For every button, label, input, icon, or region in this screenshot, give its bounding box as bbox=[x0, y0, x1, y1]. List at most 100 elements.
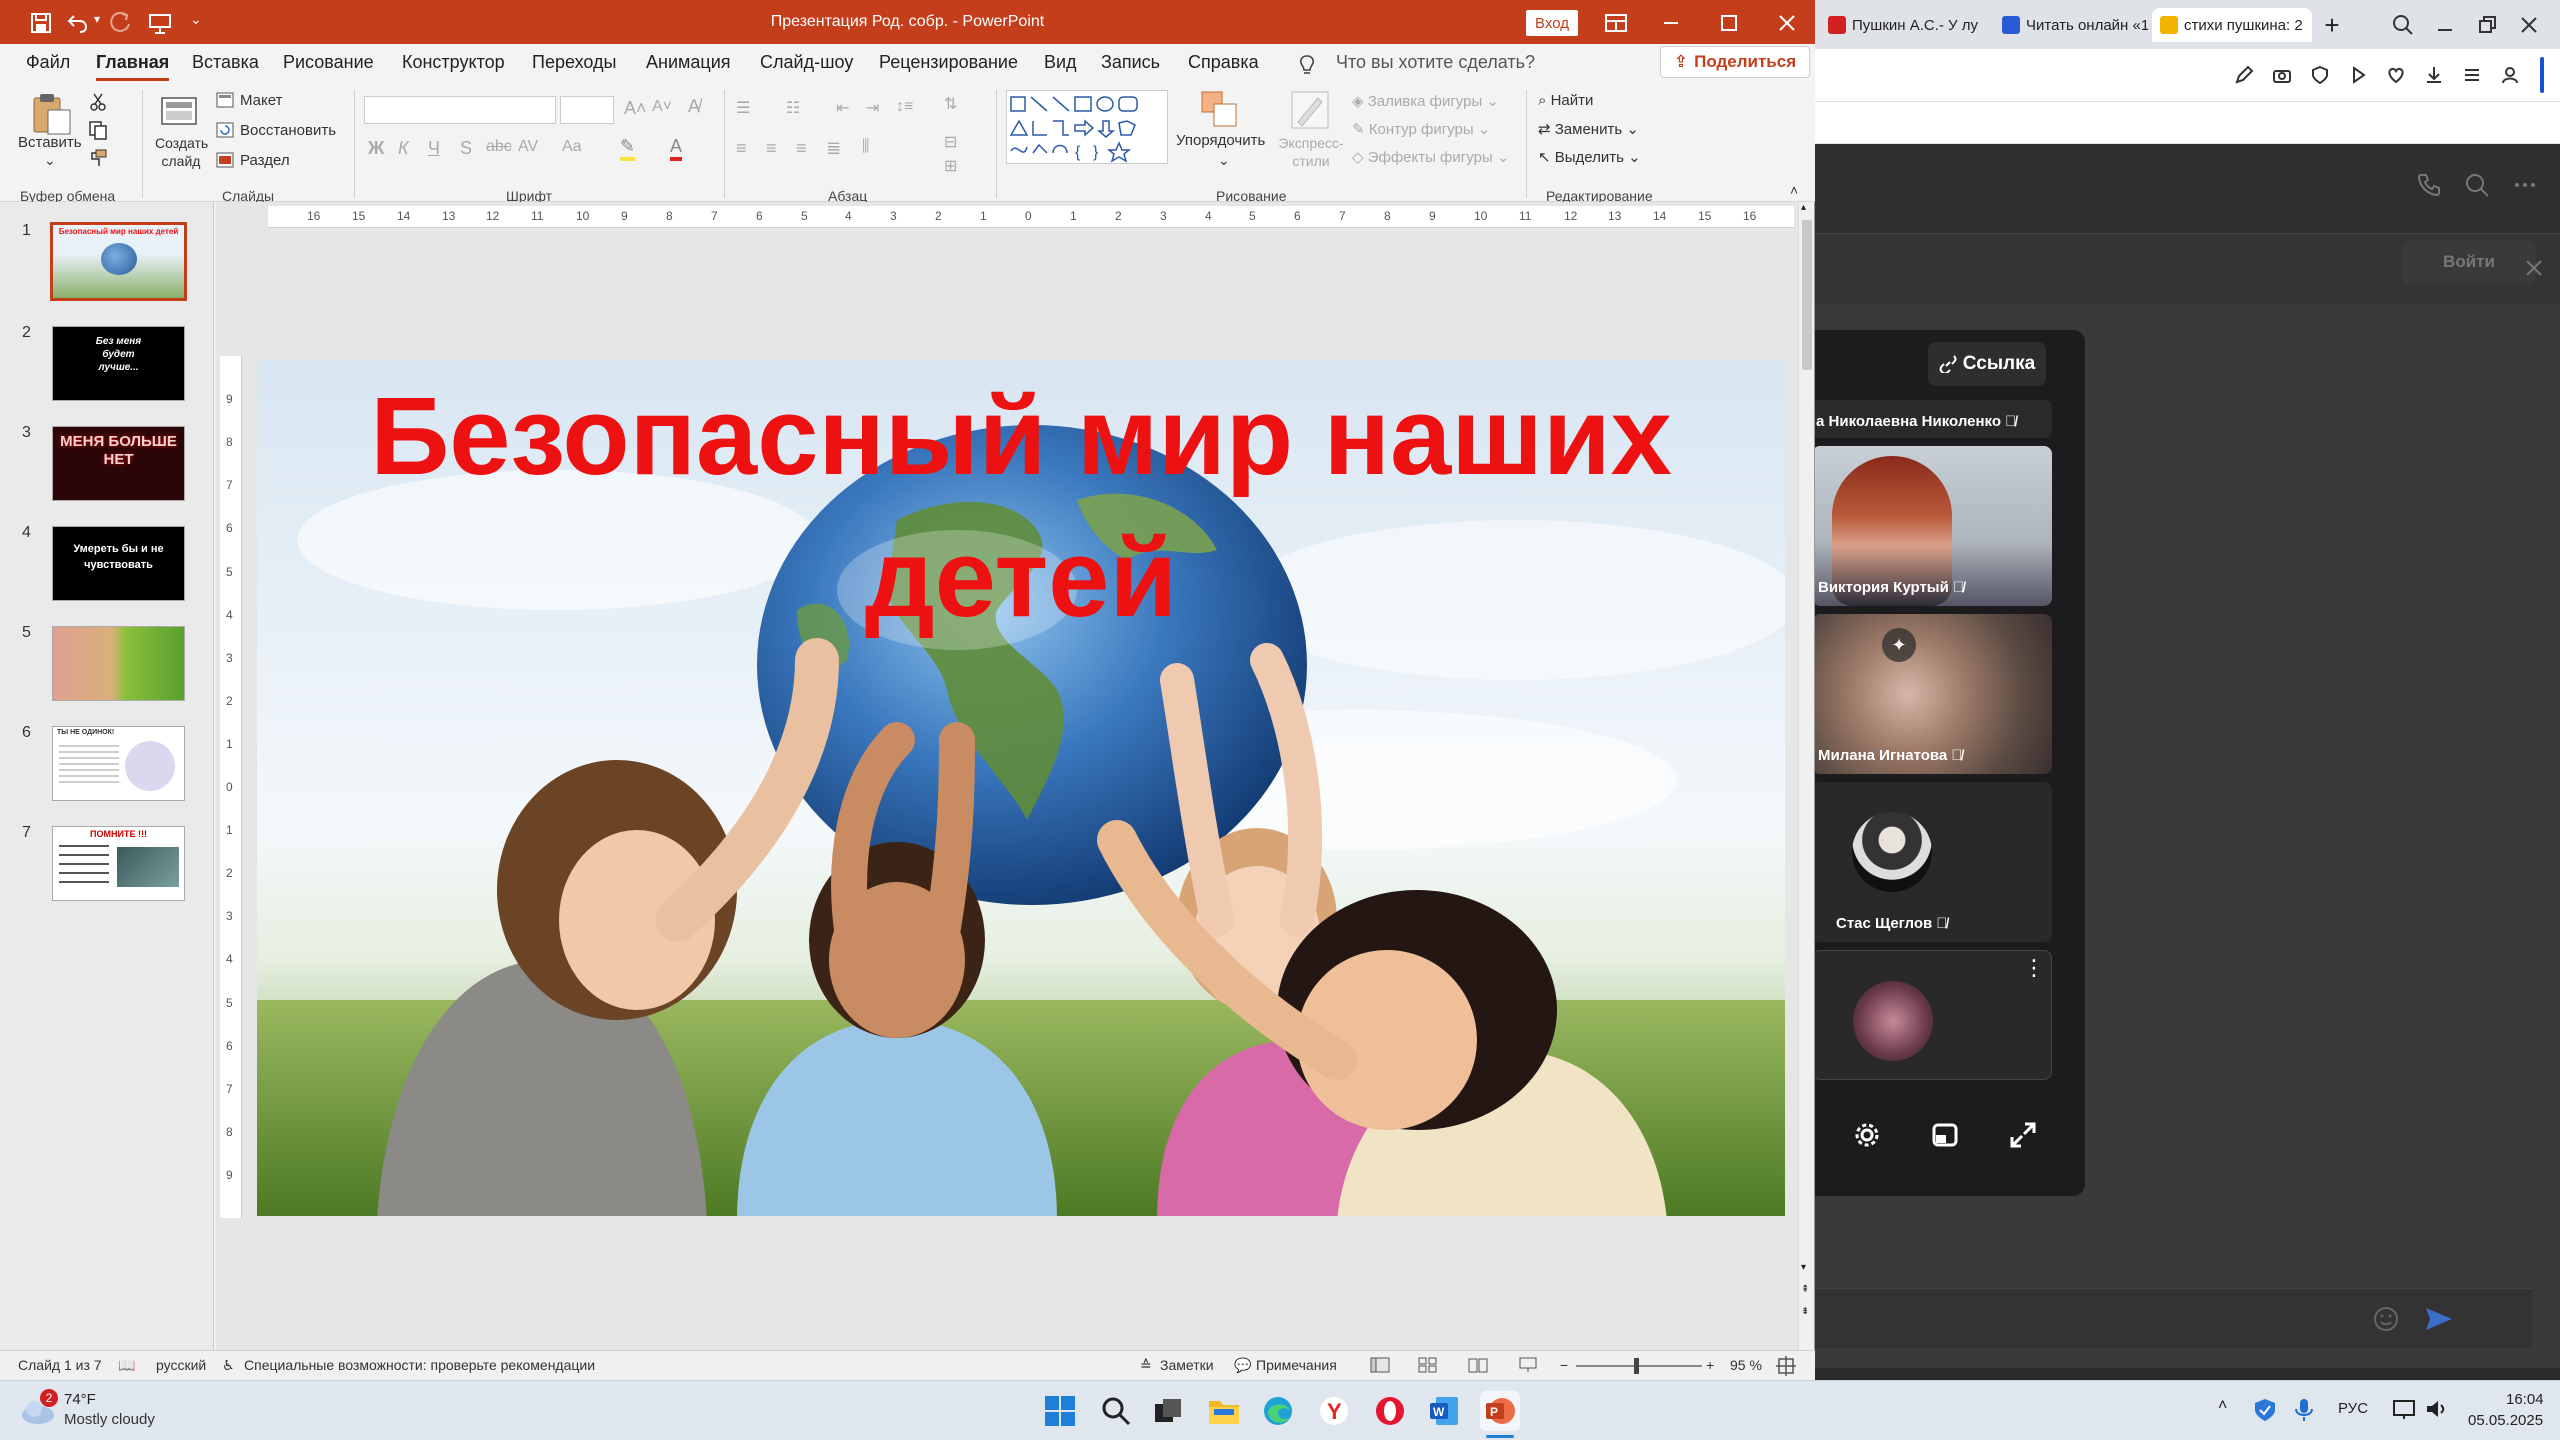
participant-tile[interactable]: Виктория Куртый 🎙̸ bbox=[1812, 446, 2052, 606]
browser-tab-2[interactable]: Читать онлайн «1 bbox=[1994, 8, 2148, 42]
sign-in-button[interactable]: Вход bbox=[1526, 10, 1578, 36]
collapse-ribbon-icon[interactable]: ˄ bbox=[1790, 182, 1798, 198]
highlight-icon[interactable]: ✎ bbox=[620, 136, 636, 161]
thumbnail-slide-4[interactable]: Умереть бы и не чувствовать bbox=[52, 526, 185, 601]
slide-counter[interactable]: Слайд 1 из 7 bbox=[18, 1357, 102, 1373]
zoom-slider-thumb[interactable] bbox=[1634, 1358, 1639, 1374]
text-direction-icon[interactable]: ⇅ bbox=[944, 94, 957, 114]
align-center-icon[interactable]: ≡ bbox=[766, 138, 777, 159]
edge-button[interactable] bbox=[1258, 1391, 1298, 1431]
vertical-scrollbar[interactable]: ▴ ▾ ⇞ ⇟ bbox=[1798, 202, 1814, 1350]
more-vertical-icon[interactable]: ⋮ bbox=[2023, 957, 2045, 979]
scroll-up-icon[interactable]: ▴ bbox=[1801, 202, 1806, 213]
microphone-icon[interactable] bbox=[2294, 1397, 2314, 1423]
start-button[interactable] bbox=[1040, 1391, 1080, 1431]
bullets-icon[interactable]: ☰ bbox=[736, 98, 750, 118]
download-icon[interactable] bbox=[2424, 65, 2444, 85]
layout-icon[interactable] bbox=[216, 92, 234, 108]
font-size-box[interactable] bbox=[560, 96, 614, 124]
shape-effects-button[interactable]: ◇ Эффекты фигуры ⌄ bbox=[1352, 148, 1509, 166]
reset-icon[interactable] bbox=[216, 122, 234, 138]
select-button[interactable]: ↖ Выделить ⌄ bbox=[1538, 148, 1641, 166]
align-left-icon[interactable]: ≡ bbox=[736, 138, 747, 159]
paste-dropdown-icon[interactable]: ⌄ bbox=[44, 152, 56, 169]
chat-input-bar[interactable] bbox=[1812, 1288, 2532, 1348]
section-button[interactable]: Раздел bbox=[240, 152, 290, 169]
zoom-in-icon[interactable]: + bbox=[1706, 1357, 1714, 1373]
tab-help[interactable]: Справка bbox=[1188, 52, 1259, 73]
shadow-icon[interactable]: S bbox=[460, 138, 472, 159]
increase-indent-icon[interactable]: ⇥ bbox=[866, 98, 879, 118]
slide-title[interactable]: Безопасный мир наших детей bbox=[257, 366, 1785, 650]
ribbon-display-icon[interactable] bbox=[1604, 12, 1628, 34]
camera-icon[interactable] bbox=[2272, 65, 2292, 85]
browser-tab-1[interactable]: Пушкин А.С.- У лу bbox=[1820, 8, 1990, 42]
accessibility-status[interactable]: Специальные возможности: проверьте реком… bbox=[244, 1357, 595, 1373]
format-painter-icon[interactable] bbox=[88, 148, 108, 168]
taskbar-search-button[interactable] bbox=[1096, 1391, 1136, 1431]
align-right-icon[interactable]: ≡ bbox=[796, 138, 807, 159]
task-view-button[interactable] bbox=[1148, 1391, 1188, 1431]
quick-styles-icon[interactable] bbox=[1290, 90, 1330, 130]
bold-icon[interactable]: Ж bbox=[368, 138, 384, 159]
word-button[interactable]: W bbox=[1424, 1391, 1464, 1431]
clock-date[interactable]: 05.05.2025 bbox=[2468, 1412, 2543, 1429]
play-icon[interactable] bbox=[2348, 65, 2368, 85]
reset-button[interactable]: Восстановить bbox=[240, 122, 336, 139]
smartart-icon[interactable]: ⊞ bbox=[944, 156, 957, 176]
input-language[interactable]: РУС bbox=[2338, 1400, 2368, 1417]
zoom-out-icon[interactable]: − bbox=[1560, 1357, 1568, 1373]
menu-icon[interactable] bbox=[2462, 65, 2482, 85]
find-button[interactable]: ⌕ Найти bbox=[1538, 92, 1593, 109]
section-icon[interactable] bbox=[216, 152, 234, 168]
participant-tile[interactable]: Стас Щеглов 🎙̸ bbox=[1812, 782, 2052, 942]
numbering-icon[interactable]: ☷ bbox=[786, 98, 800, 118]
replace-button[interactable]: ⇄ Заменить ⌄ bbox=[1538, 120, 1639, 138]
next-slide-icon[interactable]: ⇟ bbox=[1801, 1306, 1809, 1317]
paste-label[interactable]: Вставить bbox=[18, 134, 82, 151]
zoom-level[interactable]: 95 % bbox=[1730, 1357, 1762, 1373]
opera-button[interactable] bbox=[1370, 1391, 1410, 1431]
minimize-icon[interactable] bbox=[2434, 14, 2456, 36]
maximize-icon[interactable] bbox=[1718, 12, 1740, 34]
tell-me-search[interactable]: Что вы хотите сделать? bbox=[1336, 52, 1535, 73]
quick-styles-label[interactable]: Экспресс-стили bbox=[1278, 134, 1344, 170]
sparkle-icon[interactable]: ✦ bbox=[1882, 628, 1916, 662]
participant-tile[interactable]: ⋮ bbox=[1812, 950, 2052, 1080]
new-tab-button[interactable]: + bbox=[2314, 8, 2350, 42]
comments-button[interactable]: Примечания bbox=[1256, 1357, 1337, 1373]
fit-slide-icon[interactable] bbox=[1776, 1356, 1796, 1376]
browser-tab-3[interactable]: стихи пушкина: 2 bbox=[2152, 8, 2312, 42]
new-slide-label[interactable]: Создать слайд bbox=[155, 134, 208, 170]
tab-insert[interactable]: Вставка bbox=[192, 52, 259, 73]
decrease-font-icon[interactable]: A˅ bbox=[652, 98, 672, 116]
increase-font-icon[interactable]: A˄ bbox=[624, 98, 647, 119]
emoji-icon[interactable] bbox=[2372, 1305, 2400, 1333]
arrange-label[interactable]: Упорядочить bbox=[1176, 132, 1265, 149]
weather-widget[interactable]: 2 74°F Mostly cloudy bbox=[20, 1389, 190, 1433]
participant-tile[interactable]: ✦ Милана Игнатова 🎙̸ bbox=[1812, 614, 2052, 774]
paste-icon[interactable] bbox=[28, 92, 74, 136]
tab-record[interactable]: Запись bbox=[1101, 52, 1160, 73]
thumbnail-slide-7[interactable]: ПОМНИТЕ !!! bbox=[52, 826, 185, 901]
more-icon[interactable] bbox=[2512, 172, 2538, 198]
tab-file[interactable]: Файл bbox=[26, 52, 70, 73]
tab-draw[interactable]: Рисование bbox=[283, 52, 374, 73]
slide-canvas[interactable]: Безопасный мир наших детей bbox=[257, 360, 1785, 1216]
link-button[interactable]: Ссылка bbox=[1928, 342, 2046, 386]
char-spacing-icon[interactable]: AV bbox=[518, 138, 538, 156]
italic-icon[interactable]: К bbox=[398, 138, 409, 159]
browser-address-area[interactable] bbox=[1812, 102, 2560, 144]
cut-icon[interactable] bbox=[88, 92, 108, 112]
network-icon[interactable] bbox=[2392, 1397, 2416, 1421]
slideshow-view-icon[interactable] bbox=[1518, 1357, 1538, 1373]
tab-animations[interactable]: Анимация bbox=[646, 52, 731, 73]
line-spacing-icon[interactable]: ↕≡ bbox=[896, 98, 913, 116]
thumbnail-slide-3[interactable]: МЕНЯ БОЛЬШЕ НЕТ bbox=[52, 426, 185, 501]
normal-view-icon[interactable] bbox=[1370, 1357, 1390, 1373]
join-button[interactable]: Войти bbox=[2402, 240, 2536, 284]
tab-review[interactable]: Рецензирование bbox=[879, 52, 1018, 73]
scroll-down-icon[interactable]: ▾ bbox=[1801, 1262, 1806, 1273]
align-text-icon[interactable]: ⊟ bbox=[944, 132, 957, 152]
close-icon[interactable] bbox=[1776, 12, 1798, 34]
